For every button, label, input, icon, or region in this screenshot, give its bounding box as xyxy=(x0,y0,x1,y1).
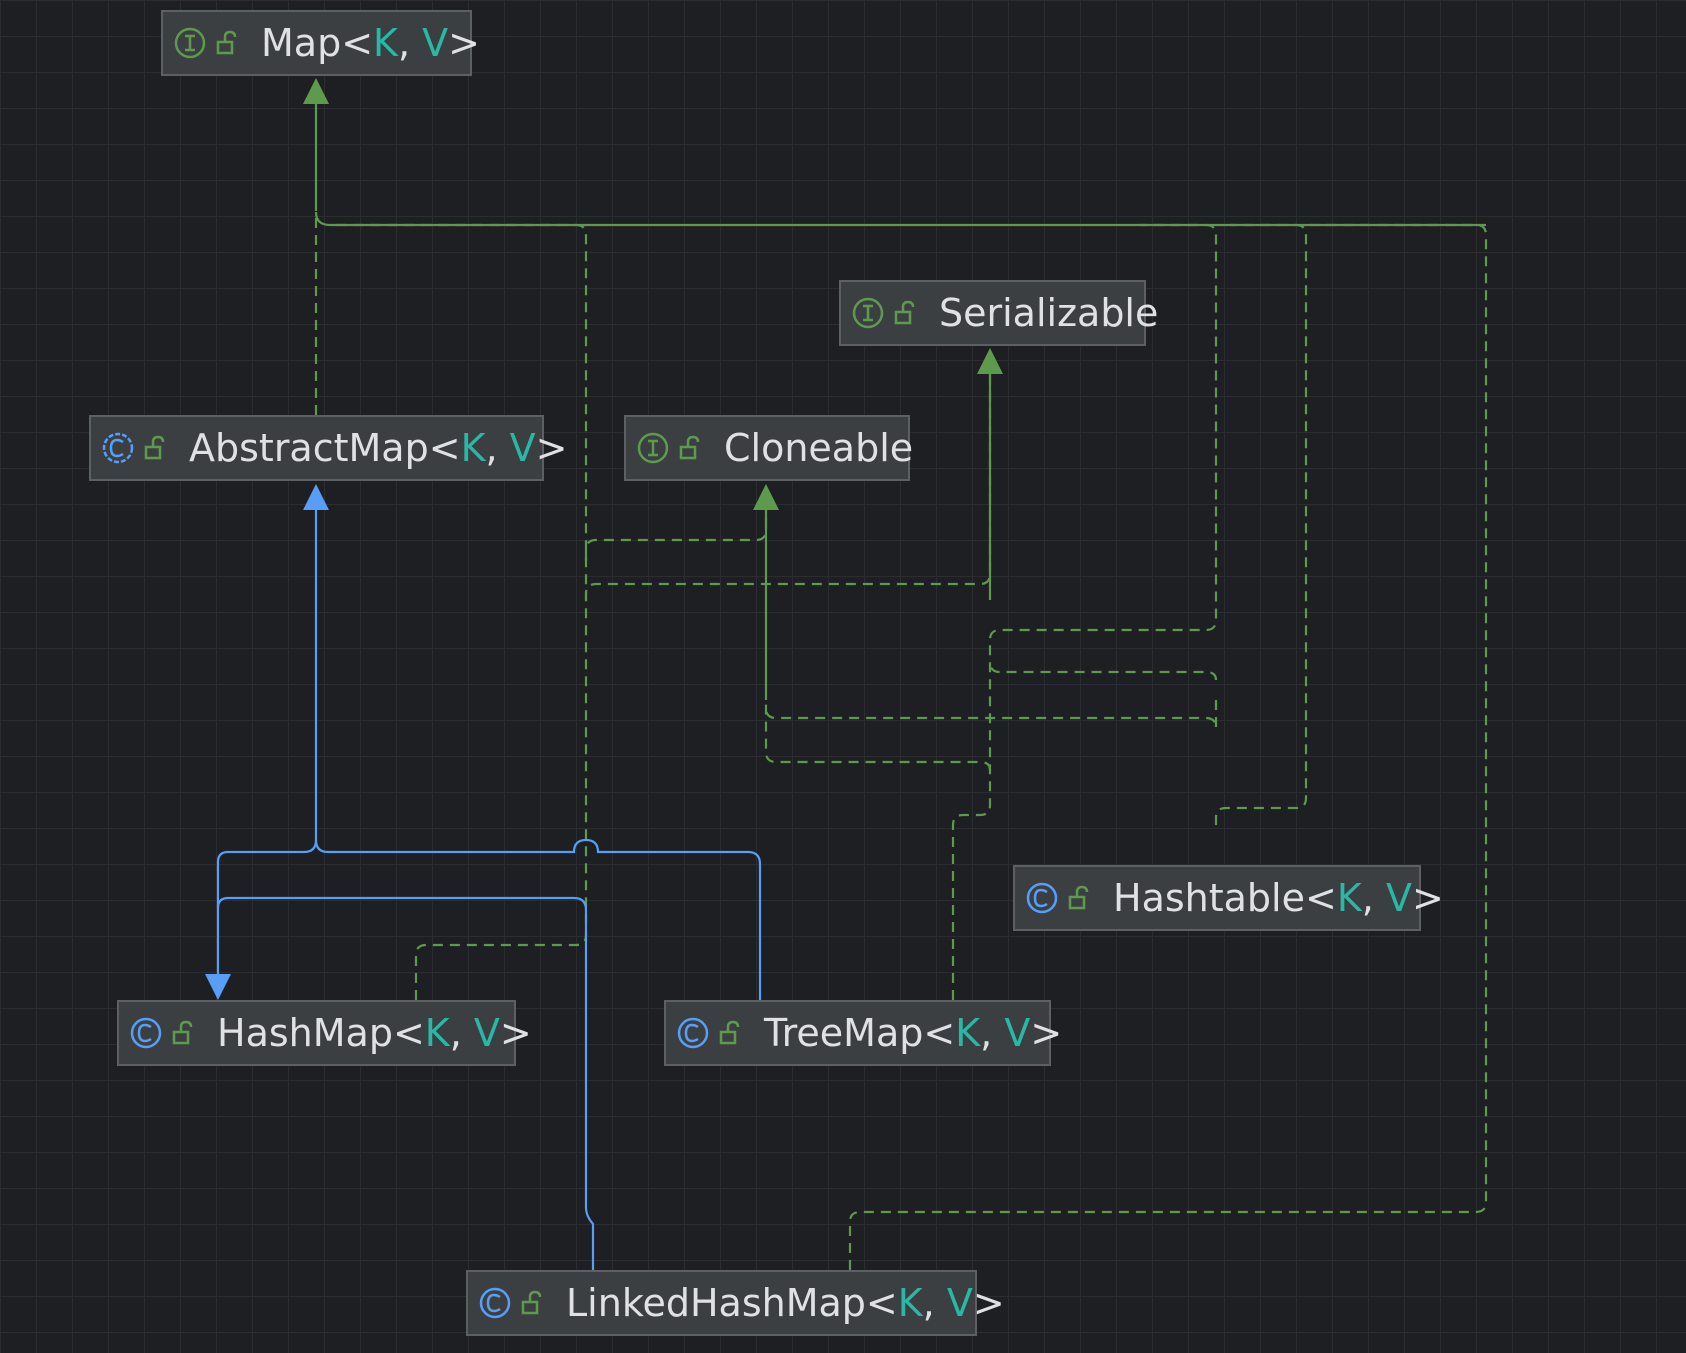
class-icon xyxy=(677,1017,709,1049)
hashmap-label: HashMap<K, V> xyxy=(217,1011,532,1055)
public-lock-icon xyxy=(172,1020,193,1045)
class-icon xyxy=(1026,882,1058,914)
public-lock-icon xyxy=(894,300,915,325)
edge-linkedhashmap-extends-hashmap xyxy=(216,896,595,1270)
edge-linkedhashmap-implements-map xyxy=(848,223,1488,1270)
interface-icon xyxy=(852,297,884,329)
hashtable-label: Hashtable<K, V> xyxy=(1113,876,1444,920)
edge-treemap-extends-abstractmap xyxy=(314,838,762,1000)
edge-hashmap-extends-abstractmap xyxy=(216,510,318,975)
public-lock-icon xyxy=(679,435,700,460)
edge-hashtable-implements-serializable xyxy=(988,661,1218,681)
public-lock-icon xyxy=(144,435,165,460)
edge-hashmap-implements-serializable xyxy=(584,365,992,600)
treemap-node[interactable]: TreeMap<K, V> xyxy=(664,1000,1062,1066)
class-icon xyxy=(102,432,134,464)
map-node[interactable]: Map<K, V> xyxy=(161,10,480,76)
relationship-edges xyxy=(205,78,1488,1270)
cloneable-node[interactable]: Cloneable xyxy=(624,415,914,481)
public-lock-icon xyxy=(216,30,237,55)
public-lock-icon xyxy=(719,1020,740,1045)
edge-hashtable-implements-map xyxy=(1214,223,1308,825)
interface-icon xyxy=(174,27,206,59)
hashtable-node[interactable]: Hashtable<K, V> xyxy=(1013,865,1444,931)
edge-hashmap-implements-map xyxy=(330,223,588,1000)
linkedhashmap-node[interactable]: LinkedHashMap<K, V> xyxy=(466,1270,1005,1336)
abstractmap-label: AbstractMap<K, V> xyxy=(189,426,568,470)
public-lock-icon xyxy=(1068,885,1089,910)
serializable-label: Serializable xyxy=(939,291,1159,335)
class-icon xyxy=(479,1287,511,1319)
serializable-node[interactable]: Serializable xyxy=(839,280,1158,346)
public-lock-icon xyxy=(521,1290,542,1315)
abstractmap-node[interactable]: AbstractMap<K, V> xyxy=(89,415,568,481)
edge-hashmap-implements-cloneable xyxy=(584,488,768,560)
interface-icon xyxy=(637,432,669,464)
hashmap-node[interactable]: HashMap<K, V> xyxy=(117,1000,532,1066)
edge-treemap-implements-cloneable xyxy=(764,700,992,771)
treemap-label: TreeMap<K, V> xyxy=(764,1011,1063,1055)
class-icon xyxy=(130,1017,162,1049)
linkedhashmap-label: LinkedHashMap<K, V> xyxy=(566,1281,1005,1325)
map-label: Map<K, V> xyxy=(261,21,480,65)
cloneable-label: Cloneable xyxy=(724,426,914,470)
